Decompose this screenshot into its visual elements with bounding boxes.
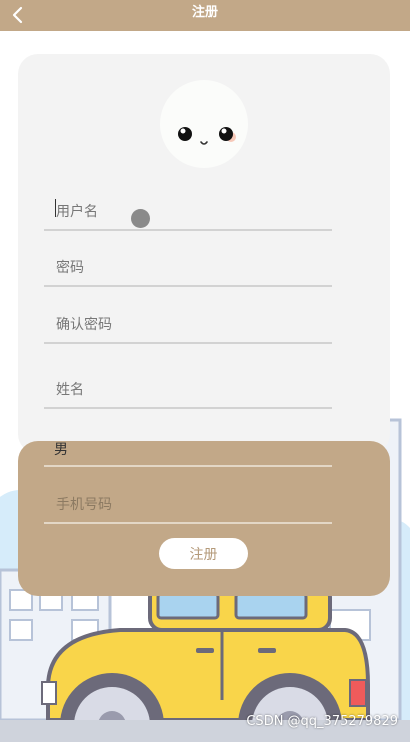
- password-input[interactable]: [44, 251, 332, 285]
- username-field: [44, 195, 332, 231]
- phone-input[interactable]: [44, 488, 332, 522]
- cute-face-icon: [178, 127, 236, 145]
- password-field: [44, 251, 332, 287]
- phone-field: [44, 488, 332, 524]
- gender-value: 男: [54, 442, 68, 458]
- username-input[interactable]: [44, 195, 332, 229]
- text-caret: [55, 199, 56, 217]
- header-bar: 注册: [0, 0, 410, 31]
- gender-field[interactable]: 男: [44, 431, 332, 467]
- name-field: [44, 373, 332, 409]
- watermark-text: CSDN @qq_375279829: [246, 714, 398, 729]
- register-button[interactable]: 注册: [159, 538, 248, 569]
- mouse-cursor-indicator: [131, 209, 150, 228]
- name-input[interactable]: [44, 373, 332, 407]
- page-title: 注册: [191, 5, 218, 20]
- avatar: [160, 80, 248, 168]
- confirm-password-input[interactable]: [44, 308, 332, 342]
- confirm-password-field: [44, 308, 332, 344]
